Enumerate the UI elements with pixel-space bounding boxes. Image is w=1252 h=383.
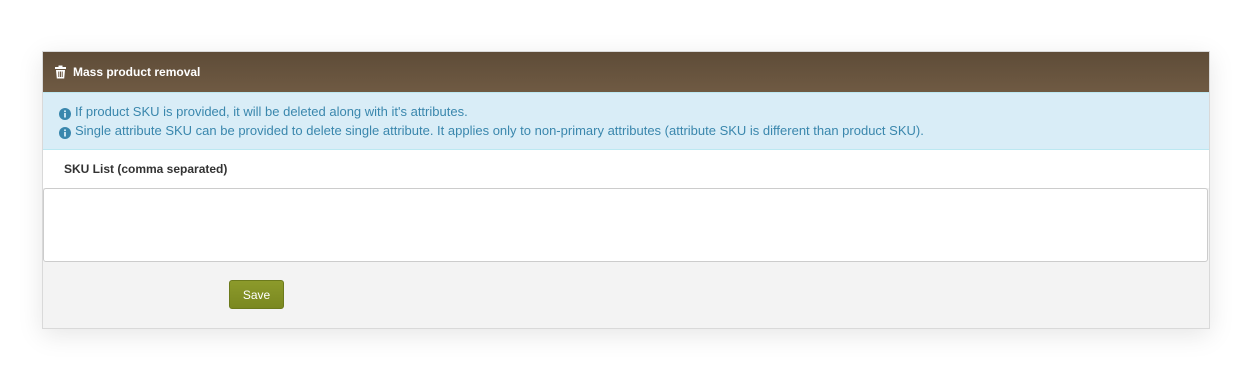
mass-product-removal-panel: Mass product removal If product SKU is p… (42, 51, 1210, 329)
info-circle-icon (59, 125, 71, 139)
save-button[interactable]: Save (229, 280, 284, 309)
info-text: Single attribute SKU can be provided to … (75, 123, 924, 138)
sku-list-label: SKU List (comma separated) (64, 162, 228, 176)
info-line: Single attribute SKU can be provided to … (59, 121, 1193, 140)
info-circle-icon (59, 106, 71, 120)
sku-list-textarea[interactable] (43, 188, 1208, 262)
info-line: If product SKU is provided, it will be d… (59, 102, 1193, 121)
info-text: If product SKU is provided, it will be d… (75, 104, 468, 119)
info-alert: If product SKU is provided, it will be d… (43, 92, 1209, 150)
sku-list-label-row: SKU List (comma separated) (43, 150, 1209, 188)
form-footer: Save (43, 262, 1209, 328)
panel-title: Mass product removal (73, 65, 201, 79)
panel-header: Mass product removal (43, 52, 1209, 92)
trash-icon (54, 65, 67, 79)
